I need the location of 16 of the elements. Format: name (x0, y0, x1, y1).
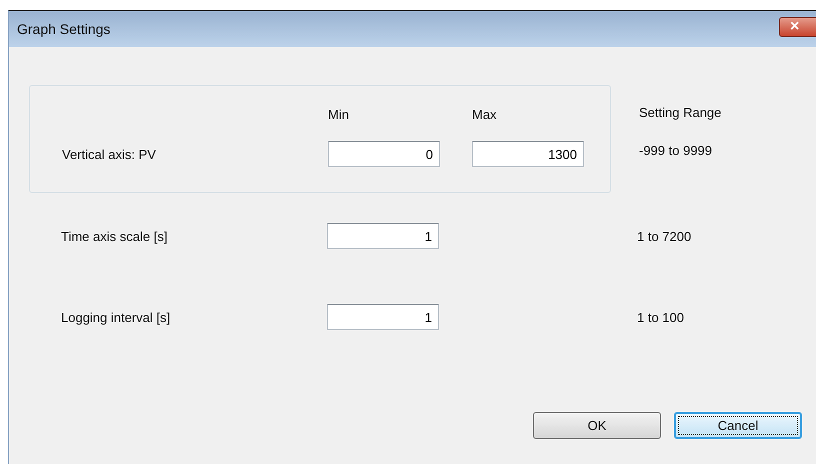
input-field[interactable]: 1 (327, 223, 439, 249)
column-header: Min (328, 106, 350, 122)
field-label: Logging interval [s] (60, 310, 172, 324)
window-title: Graph Settings (17, 21, 110, 37)
ok-button[interactable]: OK (533, 412, 661, 439)
range-text: 1 to 100 (637, 310, 684, 324)
input-field[interactable]: 1300 (472, 141, 584, 167)
field-label: Vertical axis: PV (61, 146, 157, 162)
range-text: -999 to 9999 (639, 143, 714, 158)
column-header: Setting Range (639, 104, 722, 122)
input-field[interactable]: 0 (328, 141, 440, 167)
cancel-button[interactable]: Cancel (674, 412, 802, 439)
range-text: 1 to 7200 (637, 228, 692, 244)
input-field[interactable]: 1 (327, 304, 439, 330)
field-label: Time axis scale [s] (60, 228, 168, 244)
column-header: Max (472, 106, 498, 122)
